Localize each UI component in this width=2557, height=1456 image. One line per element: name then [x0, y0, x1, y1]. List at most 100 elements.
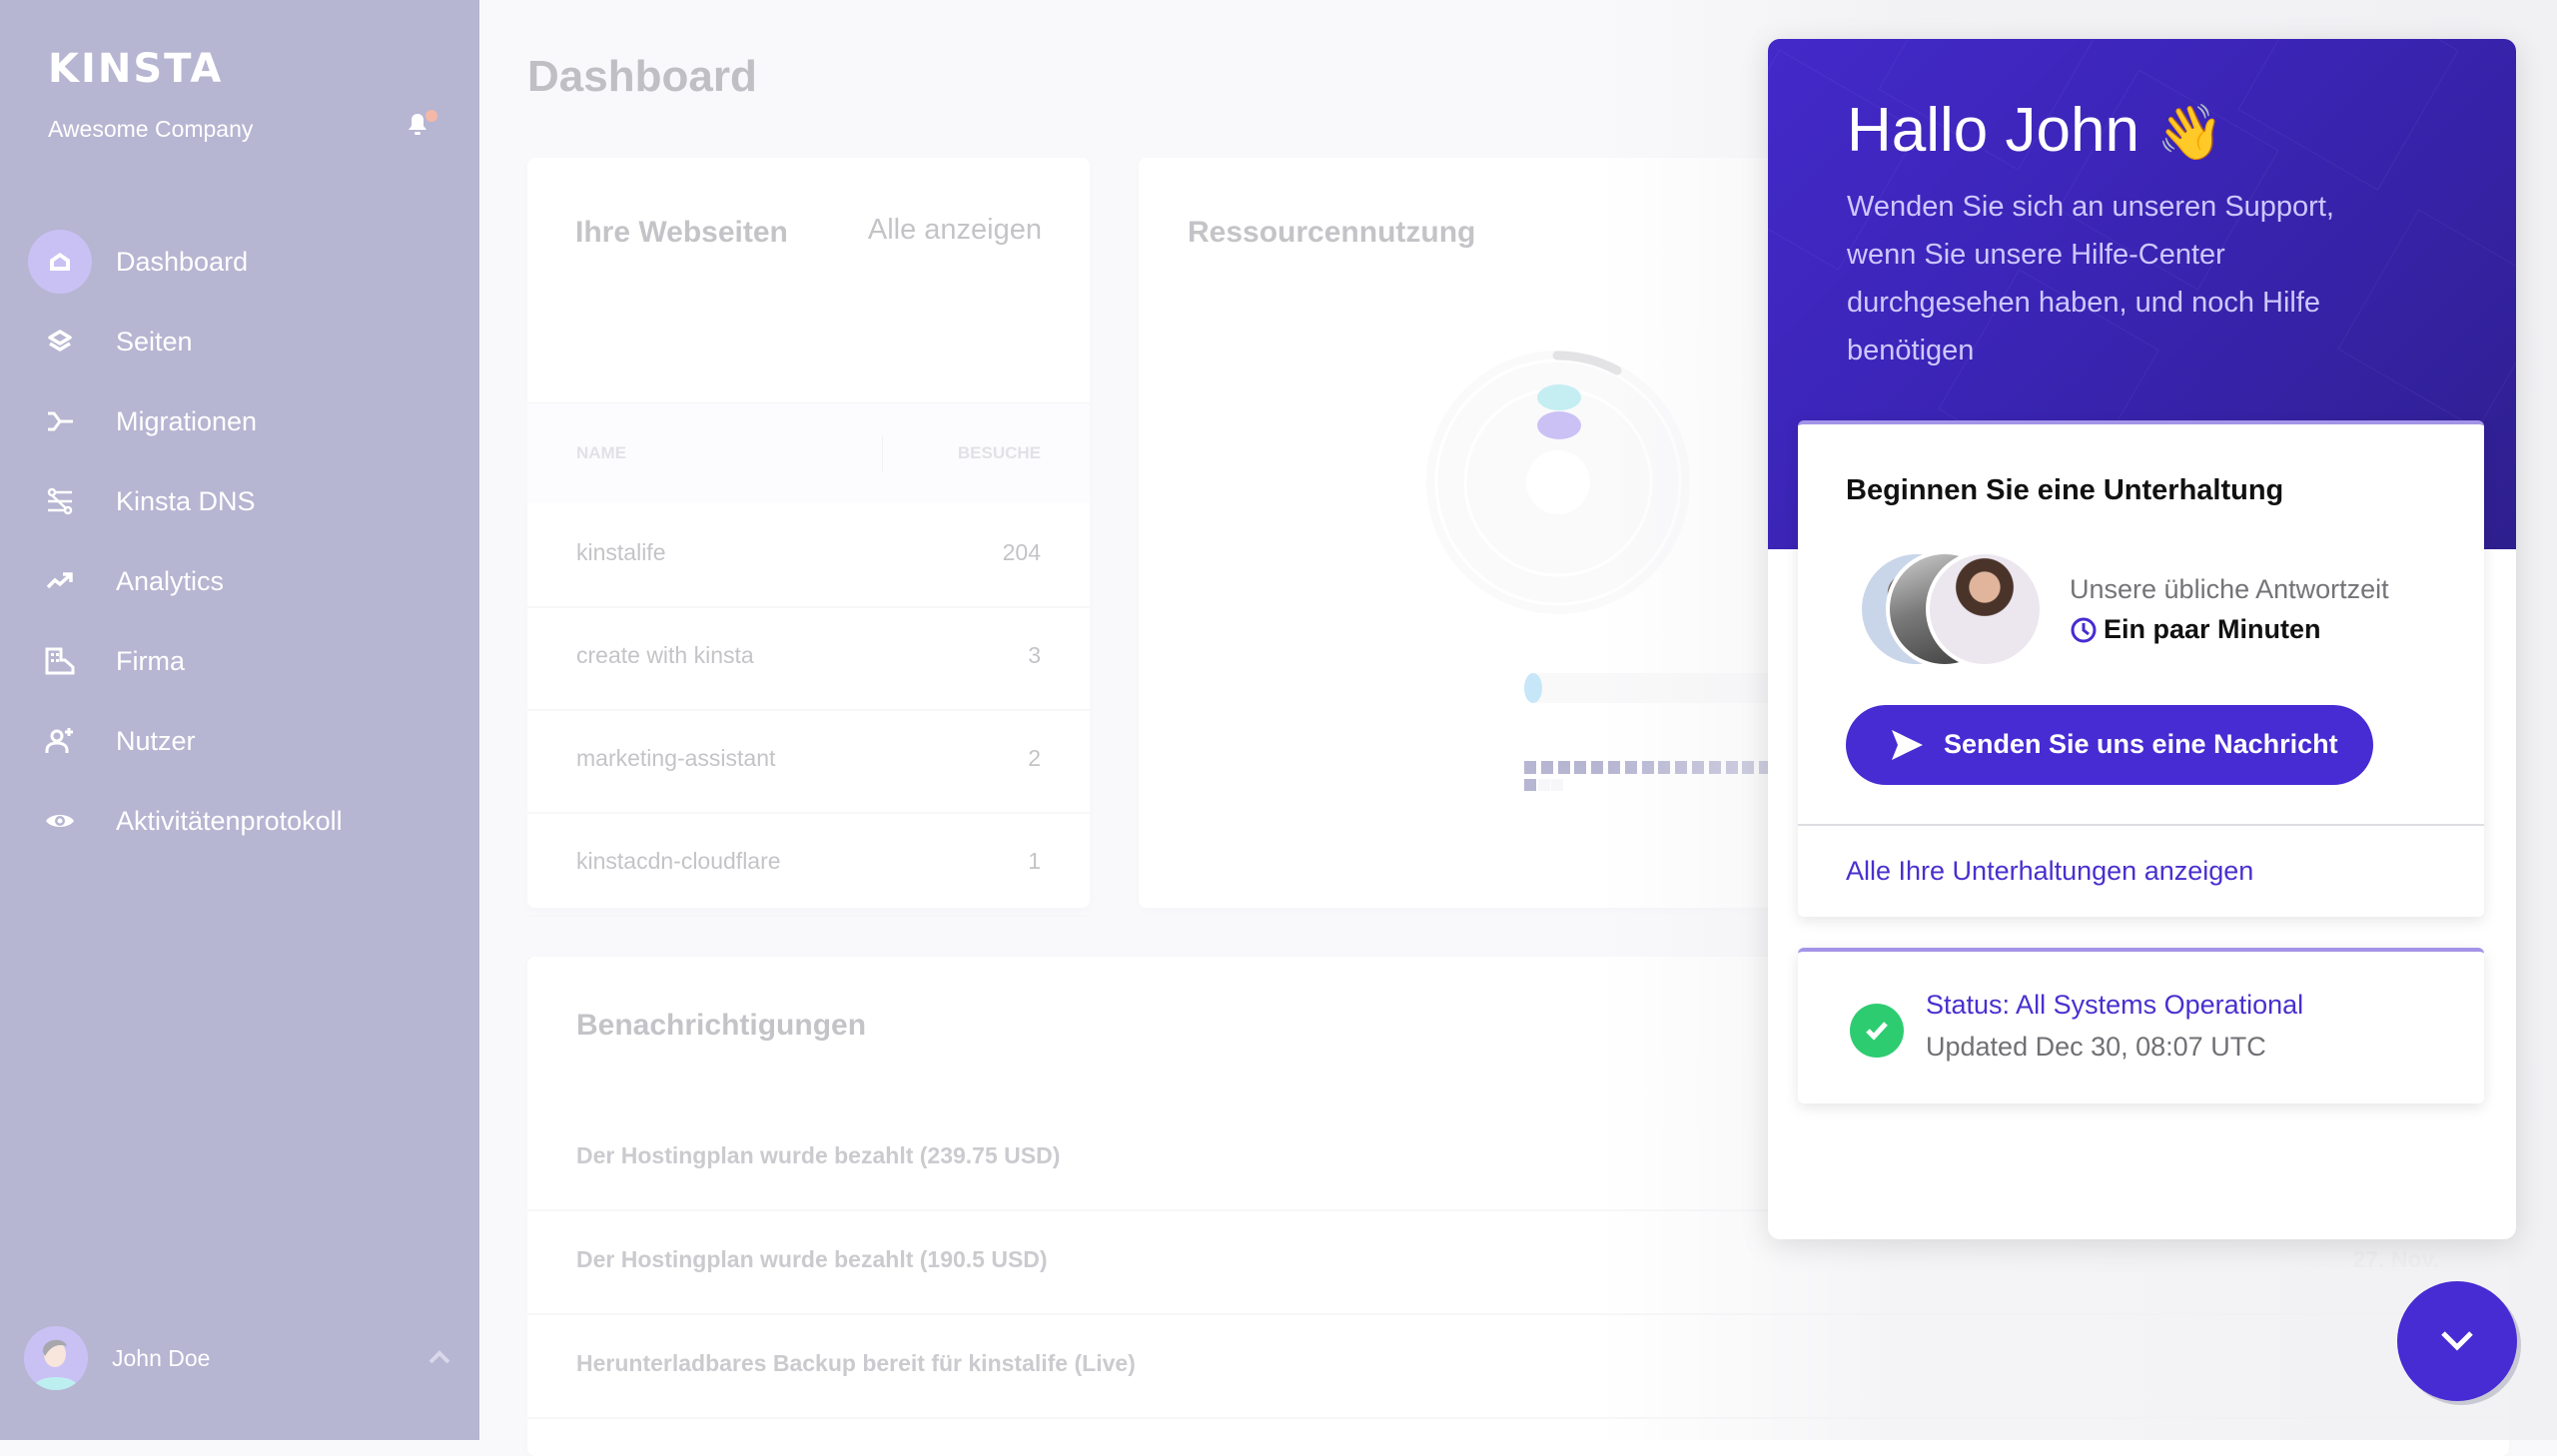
chevron-down-icon [2441, 1331, 2473, 1351]
company-name[interactable]: Awesome Company [48, 116, 253, 143]
sidebar-item-label: Nutzer [116, 725, 196, 756]
site-name: kinstalife [576, 539, 666, 565]
usage-square [1591, 761, 1604, 774]
sidebar: KINSTA Awesome Company Dashboard Seiten … [0, 0, 479, 1440]
usage-bar-fill [1524, 673, 1542, 703]
websites-title: Ihre Webseiten [575, 216, 788, 249]
status-updated: Updated Dec 30, 08:07 UTC [1926, 1032, 2266, 1062]
start-conversation-title: Beginnen Sie eine Unterhaltung [1846, 474, 2284, 506]
waving-hand-icon: 👋 [2156, 103, 2224, 163]
site-name: create with kinsta [576, 642, 754, 668]
usage-square [1574, 761, 1587, 774]
avatar [24, 1326, 88, 1390]
sidebar-item-label: Aktivitätenprotokoll [116, 805, 343, 836]
clock-icon [2071, 617, 2097, 642]
table-row[interactable]: create with kinsta 3 [527, 606, 1090, 711]
send-icon [1892, 730, 1923, 760]
user-menu[interactable]: John Doe [24, 1326, 453, 1390]
donut-center [1526, 450, 1590, 514]
team-avatar [1926, 550, 2044, 668]
column-divider [882, 435, 883, 471]
table-header: NAME BESUCHE [527, 402, 1090, 503]
usage-square [1725, 761, 1738, 774]
table-row[interactable]: marketing-assistant 2 [527, 709, 1090, 814]
greeting-text: Hallo John [1847, 96, 2139, 165]
chat-greeting: Hallo John 👋 [1847, 95, 2223, 166]
websites-card: Ihre Webseiten Alle anzeigen NAME BESUCH… [527, 158, 1090, 917]
notification-dot [426, 110, 437, 122]
notification-date: 27. Nov. [2352, 1246, 2440, 1272]
notifications-title: Benachrichtigungen [576, 1009, 867, 1042]
usage-square [1641, 761, 1654, 774]
usage-square [1692, 761, 1704, 774]
response-time-text: Ein paar Minuten [2104, 614, 2321, 644]
table-row[interactable]: kinstacdn-cloudflare 1 [527, 812, 1090, 917]
page-title: Dashboard [527, 52, 757, 101]
divider [1798, 824, 2484, 826]
site-visits: 204 [1002, 539, 1041, 565]
start-conversation-card: Beginnen Sie eine Unterhaltung Unsere üb… [1798, 420, 2484, 917]
usage-square [1551, 779, 1564, 791]
sidebar-item-label: Kinsta DNS [116, 485, 256, 516]
eye-icon [28, 789, 92, 853]
merge-icon [28, 389, 92, 453]
trending-up-icon [28, 549, 92, 613]
table-row[interactable]: kinstalife 204 [527, 503, 1090, 608]
sidebar-item-label: Firma [116, 645, 185, 676]
sidebar-item-nutzer[interactable]: Nutzer [0, 701, 479, 781]
donut-segment-cyan [1537, 384, 1581, 410]
usage-square [1658, 761, 1671, 774]
usage-square [1708, 761, 1721, 774]
sidebar-item-firma[interactable]: Firma [0, 621, 479, 701]
usage-square [1675, 761, 1688, 774]
donut-segment-lavender [1537, 411, 1581, 439]
notification-item[interactable]: Herunterladbares Backup bereit für kinst… [527, 1314, 2509, 1419]
all-conversations-link[interactable]: Alle Ihre Unterhaltungen anzeigen [1846, 856, 2253, 887]
usage-square [1540, 761, 1553, 774]
usage-donut-chart [1426, 351, 1690, 614]
column-header-name[interactable]: NAME [576, 443, 626, 463]
sidebar-item-label: Analytics [116, 565, 225, 596]
sidebar-item-analytics[interactable]: Analytics [0, 541, 479, 621]
sidebar-item-label: Dashboard [116, 246, 249, 277]
kinsta-logo[interactable]: KINSTA [48, 46, 223, 92]
notification-text: Herunterladbares Backup bereit für kinst… [576, 1350, 1136, 1376]
system-status-card: Status: All Systems Operational Updated … [1798, 948, 2484, 1103]
site-visits: 1 [1028, 848, 1041, 874]
dns-route-icon [28, 469, 92, 533]
notification-text: Der Hostingplan wurde bezahlt (239.75 US… [576, 1142, 1061, 1168]
usage-square [1524, 761, 1536, 774]
team-avatars [1858, 550, 2058, 668]
response-time-label: Unsere übliche Antwortzeit [2070, 574, 2389, 604]
sidebar-item-aktivitaetenprotokoll[interactable]: Aktivitätenprotokoll [0, 781, 479, 861]
user-plus-icon [28, 709, 92, 773]
check-circle-icon [1850, 1004, 1904, 1058]
support-chat-panel: Hallo John 👋 Wenden Sie sich an unseren … [1768, 39, 2516, 1239]
resources-title: Ressourcennutzung [1188, 216, 1476, 249]
site-visits: 2 [1028, 745, 1041, 771]
usage-square [1742, 761, 1755, 774]
usage-square [1624, 761, 1637, 774]
view-all-link[interactable]: Alle anzeigen [868, 214, 1042, 247]
notification-text: Der Hostingplan wurde bezahlt (190.5 USD… [576, 1246, 1048, 1272]
status-link[interactable]: Status: All Systems Operational [1926, 990, 2303, 1021]
site-visits: 3 [1028, 642, 1041, 668]
chat-intro: Wenden Sie sich an unseren Support, wenn… [1847, 191, 2334, 366]
send-message-button[interactable]: Senden Sie uns eine Nachricht [1846, 705, 2373, 785]
send-message-label: Senden Sie uns eine Nachricht [1944, 729, 2338, 759]
sidebar-item-seiten[interactable]: Seiten [0, 302, 479, 381]
layers-icon [28, 310, 92, 373]
sidebar-item-label: Seiten [116, 326, 193, 357]
building-icon [28, 629, 92, 693]
sidebar-nav: Dashboard Seiten Migrationen Kinsta DNS … [0, 222, 479, 861]
site-name: marketing-assistant [576, 745, 776, 771]
chevron-up-icon[interactable] [426, 1344, 453, 1372]
user-name: John Doe [112, 1344, 211, 1371]
sidebar-item-kinsta-dns[interactable]: Kinsta DNS [0, 461, 479, 541]
hex-pattern [2237, 39, 2459, 191]
sidebar-item-migrationen[interactable]: Migrationen [0, 381, 479, 461]
usage-square [1524, 779, 1536, 791]
sidebar-item-dashboard[interactable]: Dashboard [0, 222, 479, 302]
column-header-visits[interactable]: BESUCHE [958, 443, 1041, 463]
chat-launcher-button[interactable] [2397, 1281, 2517, 1401]
